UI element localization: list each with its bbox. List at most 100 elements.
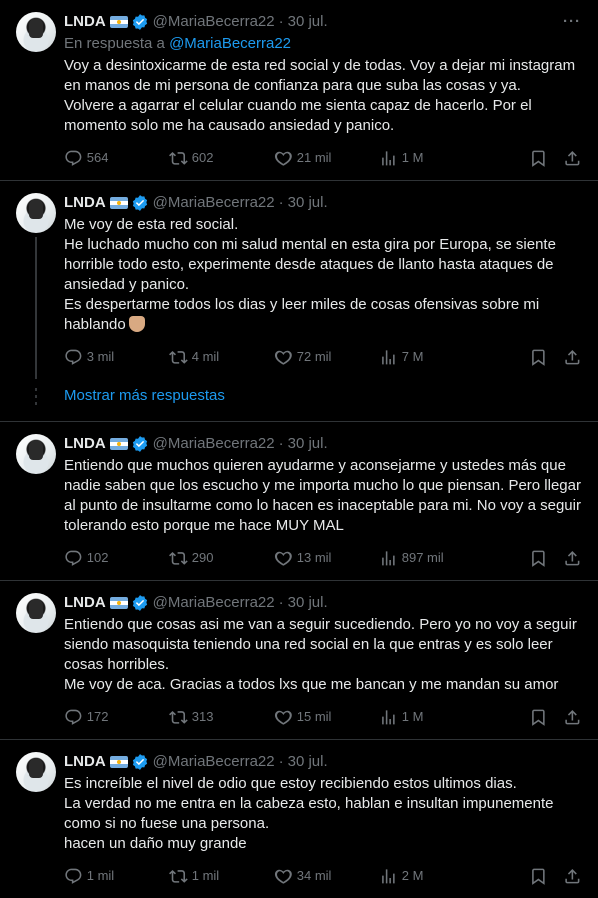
views-count: 2 M xyxy=(401,868,424,883)
author-name[interactable]: LNDA xyxy=(64,12,106,32)
retweet-icon xyxy=(169,350,188,364)
views-count: 1 M xyxy=(401,709,424,724)
tweet-date[interactable]: 30 jul. xyxy=(288,752,328,772)
tweet-actions: 3 mil 4 mil 72 mil 7 M xyxy=(64,347,582,367)
tweet[interactable]: LNDA @MariaBecerra22 · 30 jul. Me voy de… xyxy=(0,181,598,379)
author-name[interactable]: LNDA xyxy=(64,434,106,454)
tweet-text: Entiendo que muchos quieren ayudarme y a… xyxy=(64,457,586,534)
tweet-actions: 564 602 21 mil 1 M xyxy=(64,148,582,168)
author-handle[interactable]: @MariaBecerra22 xyxy=(153,12,275,32)
views-button[interactable]: 1 M xyxy=(379,148,484,168)
tweet-date[interactable]: 30 jul. xyxy=(288,593,328,613)
reply-button[interactable]: 172 xyxy=(64,707,169,727)
bookmark-button[interactable] xyxy=(514,548,548,568)
bookmark-button[interactable] xyxy=(514,347,548,367)
reply-button[interactable]: 102 xyxy=(64,548,169,568)
share-button[interactable] xyxy=(548,548,582,568)
reply-button[interactable]: 564 xyxy=(64,148,169,168)
reply-icon xyxy=(65,868,82,884)
tweet-actions: 102 290 13 mil 897 mil xyxy=(64,548,582,568)
views-chart-icon xyxy=(382,150,395,166)
views-button[interactable]: 2 M xyxy=(379,866,484,886)
author-handle[interactable]: @MariaBecerra22 xyxy=(153,434,275,454)
retweet-button[interactable]: 313 xyxy=(169,707,274,727)
like-button[interactable]: 34 mil xyxy=(274,866,379,886)
share-button[interactable] xyxy=(548,866,582,886)
tweet[interactable]: LNDA @MariaBecerra22 · 30 jul. Entiendo … xyxy=(0,581,598,740)
views-button[interactable]: 897 mil xyxy=(379,548,484,568)
views-chart-icon xyxy=(382,349,395,365)
avatar[interactable] xyxy=(16,752,56,792)
views-count: 897 mil xyxy=(401,550,444,565)
thread-dots xyxy=(16,387,56,405)
retweet-count: 313 xyxy=(191,709,214,724)
reply-prefix: En respuesta a xyxy=(64,35,165,52)
share-icon xyxy=(565,349,580,365)
verified-badge-icon xyxy=(131,435,149,453)
tweet-text: Entiendo que cosas asi me van a seguir s… xyxy=(64,616,577,693)
avatar[interactable] xyxy=(16,12,56,52)
divider xyxy=(0,413,598,422)
views-chart-icon xyxy=(382,709,395,725)
tweet-actions: 1 mil 1 mil 34 mil 2 M xyxy=(64,866,582,886)
author-handle[interactable]: @MariaBecerra22 xyxy=(153,593,275,613)
reply-button[interactable]: 3 mil xyxy=(64,347,169,367)
bookmark-button[interactable] xyxy=(514,866,548,886)
author-handle[interactable]: @MariaBecerra22 xyxy=(153,193,275,213)
author-name[interactable]: LNDA xyxy=(64,193,106,213)
verified-badge-icon xyxy=(131,594,149,612)
thread-connector xyxy=(35,237,37,379)
author-handle[interactable]: @MariaBecerra22 xyxy=(153,752,275,772)
views-count: 7 M xyxy=(401,349,424,364)
tweet-date[interactable]: 30 jul. xyxy=(288,434,328,454)
retweet-button[interactable]: 1 mil xyxy=(169,866,274,886)
reply-button[interactable]: 1 mil xyxy=(64,866,169,886)
retweet-icon xyxy=(169,151,188,165)
tweet-text: Voy a desintoxicarme de esta red social … xyxy=(64,57,576,134)
bookmark-button[interactable] xyxy=(514,148,548,168)
heart-icon xyxy=(274,151,292,166)
bookmark-button[interactable] xyxy=(514,707,548,727)
avatar[interactable] xyxy=(16,434,56,474)
author-name[interactable]: LNDA xyxy=(64,752,106,772)
share-button[interactable] xyxy=(548,707,582,727)
like-button[interactable]: 13 mil xyxy=(274,548,379,568)
share-button[interactable] xyxy=(548,347,582,367)
views-button[interactable]: 7 M xyxy=(379,347,484,367)
like-count: 15 mil xyxy=(296,709,332,724)
views-button[interactable]: 1 M xyxy=(379,707,484,727)
argentina-flag-icon xyxy=(109,756,128,768)
like-count: 21 mil xyxy=(296,150,332,165)
tweet-date[interactable]: 30 jul. xyxy=(288,12,328,32)
like-button[interactable]: 72 mil xyxy=(274,347,379,367)
avatar[interactable] xyxy=(16,193,56,233)
retweet-count: 602 xyxy=(191,150,214,165)
share-button[interactable] xyxy=(548,148,582,168)
like-button[interactable]: 15 mil xyxy=(274,707,379,727)
show-more-replies[interactable]: Mostrar más respuestas xyxy=(0,379,598,413)
like-button[interactable]: 21 mil xyxy=(274,148,379,168)
retweet-button[interactable]: 290 xyxy=(169,548,274,568)
separator-dot: · xyxy=(278,13,284,30)
heart-icon xyxy=(274,710,292,725)
tweet-text: Es increíble el nivel de odio que estoy … xyxy=(64,775,554,852)
retweet-button[interactable]: 4 mil xyxy=(169,347,274,367)
retweet-button[interactable]: 602 xyxy=(169,148,274,168)
author-name[interactable]: LNDA xyxy=(64,593,106,613)
reply-count: 564 xyxy=(86,150,109,165)
avatar[interactable] xyxy=(16,593,56,633)
reply-mention-link[interactable]: @MariaBecerra22 xyxy=(169,35,291,52)
more-icon[interactable]: ··· xyxy=(562,12,582,32)
tweet-date[interactable]: 30 jul. xyxy=(288,193,328,213)
share-icon xyxy=(565,150,580,166)
verified-badge-icon xyxy=(131,753,149,771)
retweet-icon xyxy=(169,869,188,883)
show-more-replies-label[interactable]: Mostrar más respuestas xyxy=(64,386,225,406)
tweet-feed: LNDA @MariaBecerra22 · 30 jul. ··· En re… xyxy=(0,0,598,898)
argentina-flag-icon xyxy=(109,16,128,28)
views-count: 1 M xyxy=(401,150,424,165)
tweet[interactable]: LNDA @MariaBecerra22 · 30 jul. Entiendo … xyxy=(0,422,598,581)
tweet[interactable]: LNDA @MariaBecerra22 · 30 jul. ··· En re… xyxy=(0,0,598,181)
heart-icon xyxy=(274,869,292,884)
tweet[interactable]: LNDA @MariaBecerra22 · 30 jul. Es increí… xyxy=(0,740,598,898)
